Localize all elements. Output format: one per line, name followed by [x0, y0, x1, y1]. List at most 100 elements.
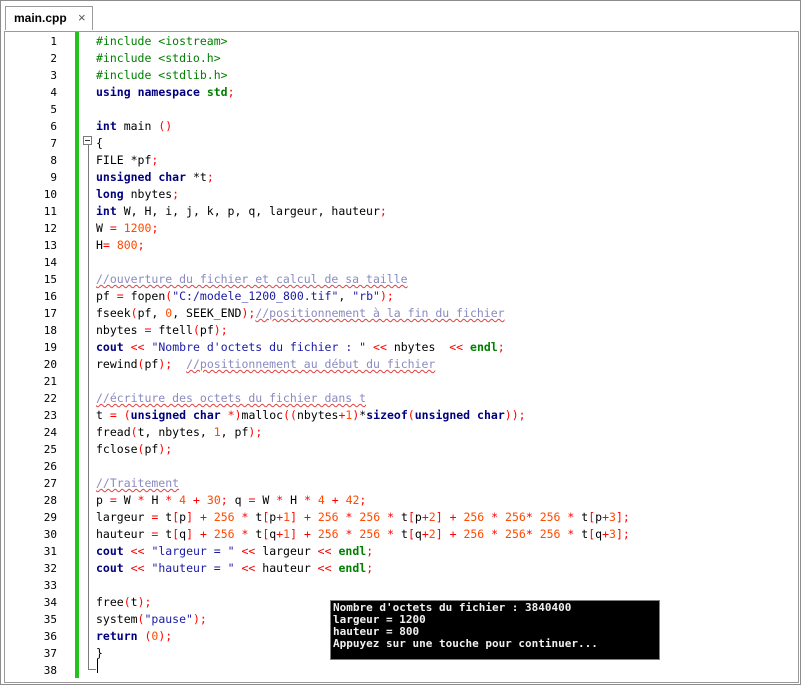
console-output-window: Nombre d'octets du fichier : 3840400 lar… [330, 600, 660, 660]
code-text: return (0); [96, 629, 173, 643]
line-number: 3 [50, 69, 57, 82]
code-line[interactable]: 33 [5, 577, 785, 594]
code-line[interactable]: 26 [5, 458, 785, 475]
line-number: 34 [43, 596, 57, 609]
line-number: 12 [43, 222, 57, 235]
code-line[interactable]: 6 int main () [5, 118, 785, 135]
line-number: 19 [43, 341, 57, 354]
line-number: 32 [43, 562, 57, 575]
code-text: fclose(pf); [96, 442, 173, 456]
close-icon[interactable]: × [78, 10, 86, 25]
line-number: 5 [50, 103, 57, 116]
code-text: p = W * H * 4 + 30; q = W * H * 4 + 42; [96, 493, 367, 507]
line-number: 26 [43, 460, 57, 473]
line-number: 30 [43, 528, 57, 541]
code-line[interactable]: 16 pf = fopen("C:/modele_1200_800.tif", "… [5, 288, 785, 305]
line-number: 7 [50, 137, 57, 150]
code-line[interactable]: 5 [5, 101, 785, 118]
code-text: cout << "largeur = " << largeur << endl; [96, 544, 374, 558]
code-line[interactable]: 9 unsigned char *t; [5, 169, 785, 186]
code-text: int main () [96, 119, 173, 133]
code-text: t = (unsigned char *)malloc((nbytes+1)*s… [96, 408, 526, 422]
line-number: 28 [43, 494, 57, 507]
code-line[interactable]: 27 //Traitement [5, 475, 785, 492]
line-number: 21 [43, 375, 57, 388]
code-line[interactable]: 24 fread(t, nbytes, 1, pf); [5, 424, 785, 441]
code-text: H= 800; [96, 238, 145, 252]
code-line[interactable]: 12 W = 1200; [5, 220, 785, 237]
code-line[interactable]: 13 H= 800; [5, 237, 785, 254]
code-line[interactable]: 23 t = (unsigned char *)malloc((nbytes+1)… [5, 407, 785, 424]
line-number: 31 [43, 545, 57, 558]
code-line[interactable]: 25 fclose(pf); [5, 441, 785, 458]
code-text: //écriture des octets du fichier dans t [96, 391, 367, 405]
code-line[interactable]: 19 cout << "Nombre d'octets du fichier : … [5, 339, 785, 356]
code-text: free(t); [96, 595, 152, 609]
code-line[interactable]: 2 #include <stdio.h> [5, 50, 785, 67]
code-line[interactable]: 21 [5, 373, 785, 390]
code-line[interactable]: 7{ [5, 135, 785, 152]
line-number: 38 [43, 664, 57, 677]
code-line[interactable]: 32 cout << "hauteur = " << hauteur << end… [5, 560, 785, 577]
code-text: nbytes = ftell(pf); [96, 323, 228, 337]
line-number: 2 [50, 52, 57, 65]
code-text: unsigned char *t; [96, 170, 214, 184]
code-line[interactable]: 20 rewind(pf); //positionnement au début … [5, 356, 785, 373]
code-text: using namespace std; [96, 85, 235, 99]
line-number: 13 [43, 239, 57, 252]
code-line[interactable]: 1 #include <iostream> [5, 33, 785, 50]
code-editor[interactable]: 1 #include <iostream> 2 #include <stdio.h> 3… [4, 31, 799, 683]
code-line[interactable]: 10 long nbytes; [5, 186, 785, 203]
code-text: rewind(pf); //positionnement au début du… [96, 357, 436, 371]
code-line[interactable]: 18 nbytes = ftell(pf); [5, 322, 785, 339]
code-line[interactable]: 3 #include <stdlib.h> [5, 67, 785, 84]
line-number: 18 [43, 324, 57, 337]
line-number: 14 [43, 256, 57, 269]
code-line[interactable]: 30 hauteur = t[q] + 256 * t[q+1] + 256 * … [5, 526, 785, 543]
code-text: system("pause"); [96, 612, 207, 626]
code-line[interactable]: 29 largeur = t[p] + 256 * t[p+1] + 256 * … [5, 509, 785, 526]
code-line[interactable]: 14 [5, 254, 785, 271]
code-text: #include <stdio.h> [96, 51, 221, 65]
line-number: 37 [43, 647, 57, 660]
code-text: int W, H, i, j, k, p, q, largeur, hauteu… [96, 204, 387, 218]
code-line[interactable]: 22 //écriture des octets du fichier dans … [5, 390, 785, 407]
line-number: 15 [43, 273, 57, 286]
code-text: fread(t, nbytes, 1, pf); [96, 425, 263, 439]
code-line[interactable]: 28 p = W * H * 4 + 30; q = W * H * 4 + 42… [5, 492, 785, 509]
code-text: { [96, 136, 103, 150]
line-number: 9 [50, 171, 57, 184]
line-number: 27 [43, 477, 57, 490]
code-line[interactable]: 15 //ouverture du fichier et calcul de sa… [5, 271, 785, 288]
code-text: #include <stdlib.h> [96, 68, 228, 82]
text-caret [97, 659, 98, 673]
code-line[interactable]: 8 FILE *pf; [5, 152, 785, 169]
code-line[interactable]: 11 int W, H, i, j, k, p, q, largeur, haut… [5, 203, 785, 220]
line-number: 11 [43, 205, 57, 218]
tab-bar: main.cpp × [1, 1, 800, 31]
code-text: pf = fopen("C:/modele_1200_800.tif", "rb… [96, 289, 394, 303]
line-number: 35 [43, 613, 57, 626]
code-line[interactable]: 31 cout << "largeur = " << largeur << end… [5, 543, 785, 560]
line-number: 33 [43, 579, 57, 592]
line-number: 4 [50, 86, 57, 99]
line-number: 29 [43, 511, 57, 524]
editor-window: main.cpp × 1 #include <iostream> 2 #include… [0, 0, 801, 685]
code-text: //Traitement [96, 476, 180, 490]
line-number: 25 [43, 443, 57, 456]
code-line[interactable]: 38 [5, 662, 785, 679]
code-text: cout << "Nombre d'octets du fichier : " … [96, 340, 505, 354]
line-number: 23 [43, 409, 57, 422]
line-number: 6 [50, 120, 57, 133]
code-text: //ouverture du fichier et calcul de sa t… [96, 272, 408, 286]
code-line[interactable]: 4 using namespace std; [5, 84, 785, 101]
code-line[interactable]: 17 fseek(pf, 0, SEEK_END);//positionnemen… [5, 305, 785, 322]
tab-main-cpp[interactable]: main.cpp × [5, 6, 93, 30]
code-text: FILE *pf; [96, 153, 159, 167]
line-number: 17 [43, 307, 57, 320]
code-text: cout << "hauteur = " << hauteur << endl; [96, 561, 374, 575]
line-number: 1 [50, 35, 57, 48]
console-line: Appuyez sur une touche pour continuer... [333, 637, 598, 650]
line-number: 8 [50, 154, 57, 167]
code-text: fseek(pf, 0, SEEK_END);//positionnement … [96, 306, 505, 320]
